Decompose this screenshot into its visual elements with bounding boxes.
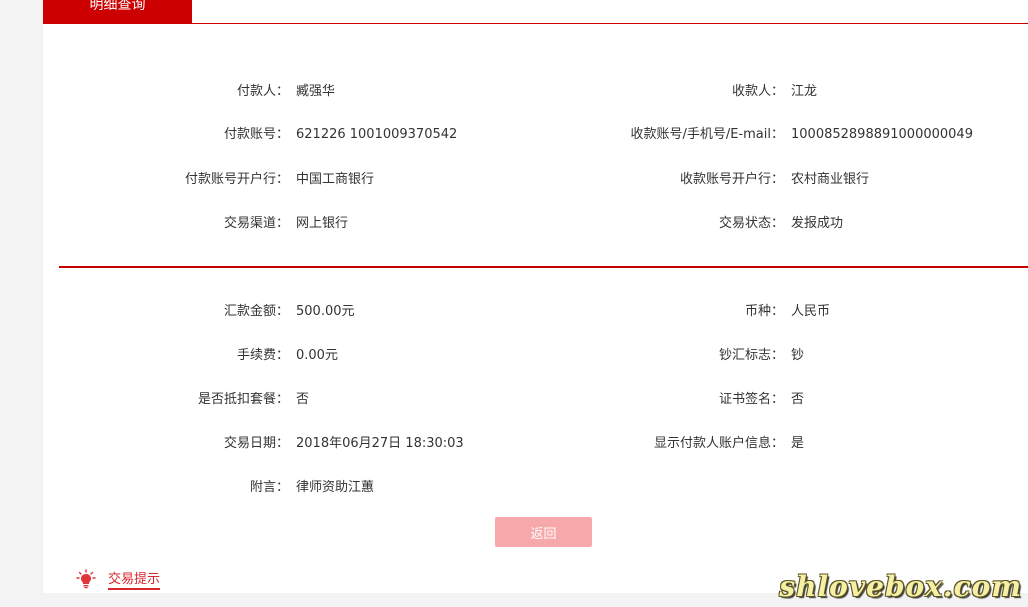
back-button[interactable]: 返回	[495, 517, 592, 547]
amount-row: 汇款金额： 500.00元 币种： 人民币	[43, 302, 1028, 322]
fee-value: 0.00元	[296, 348, 338, 363]
payee-bank-label: 收款账号开户行：	[679, 172, 784, 187]
status-value: 发报成功	[791, 216, 844, 231]
payee-value: 江龙	[791, 84, 818, 99]
transaction-tip[interactable]: 交易提示	[76, 568, 161, 590]
payee-label: 收款人：	[731, 84, 784, 99]
amount-label: 汇款金额：	[223, 304, 289, 319]
cert-sign-label: 证书签名：	[718, 392, 784, 407]
lightbulb-icon	[76, 569, 96, 589]
channel-label: 交易渠道：	[223, 216, 289, 231]
bank-row: 付款账号开户行： 中国工商银行 收款账号开户行： 农村商业银行	[43, 170, 1028, 190]
payer-bank-label: 付款账号开户行：	[184, 172, 289, 187]
channel-row: 交易渠道： 网上银行 交易状态： 发报成功	[43, 214, 1028, 234]
date-row: 交易日期： 2018年06月27日 18:30:03 显示付款人账户信息： 是	[43, 434, 1028, 454]
payer-value: 臧强华	[296, 84, 336, 99]
fee-label: 手续费：	[236, 348, 289, 363]
status-label: 交易状态：	[718, 216, 784, 231]
payee-bank-value: 农村商业银行	[791, 172, 870, 187]
payer-row: 付款人： 臧强华 收款人： 江龙	[43, 82, 1028, 102]
cash-flag-value: 钞	[791, 348, 805, 363]
package-deduct-label: 是否抵扣套餐：	[197, 392, 289, 407]
section-divider	[59, 266, 1028, 268]
tab-underline	[192, 23, 1028, 24]
currency-label: 币种：	[744, 304, 784, 319]
tab-label: 明细查询	[89, 0, 146, 13]
fee-row: 手续费： 0.00元 钞汇标志： 钞	[43, 346, 1028, 366]
payer-account-label: 付款账号：	[223, 127, 289, 142]
payer-label: 付款人：	[236, 84, 289, 99]
package-row: 是否抵扣套餐： 否 证书签名： 否	[43, 390, 1028, 410]
payee-account-label: 收款账号/手机号/E-mail：	[630, 127, 784, 142]
watermark: shlovebox.com	[779, 570, 1022, 603]
memo-row: 附言： 律师资助江蕙	[43, 478, 1028, 498]
detail-panel: 明细查询 付款人： 臧强华 收款人： 江龙 付款账号： 621226 10010…	[43, 0, 1028, 593]
channel-value: 网上银行	[296, 216, 349, 231]
package-deduct-value: 否	[296, 392, 310, 407]
cash-flag-label: 钞汇标志：	[718, 348, 784, 363]
memo-value: 律师资助江蕙	[296, 480, 375, 495]
cert-sign-value: 否	[791, 392, 805, 407]
show-payer-label: 显示付款人账户信息：	[653, 436, 784, 451]
tip-label: 交易提示	[108, 568, 161, 590]
date-label: 交易日期：	[223, 436, 289, 451]
memo-label: 附言：	[249, 480, 289, 495]
currency-value: 人民币	[791, 304, 831, 319]
show-payer-value: 是	[791, 436, 805, 451]
payee-account-value: 1000852898891000000049	[791, 127, 973, 142]
tab-detail-query[interactable]: 明细查询	[43, 0, 192, 24]
account-row: 付款账号： 621226 1001009370542 收款账号/手机号/E-ma…	[43, 125, 1028, 145]
